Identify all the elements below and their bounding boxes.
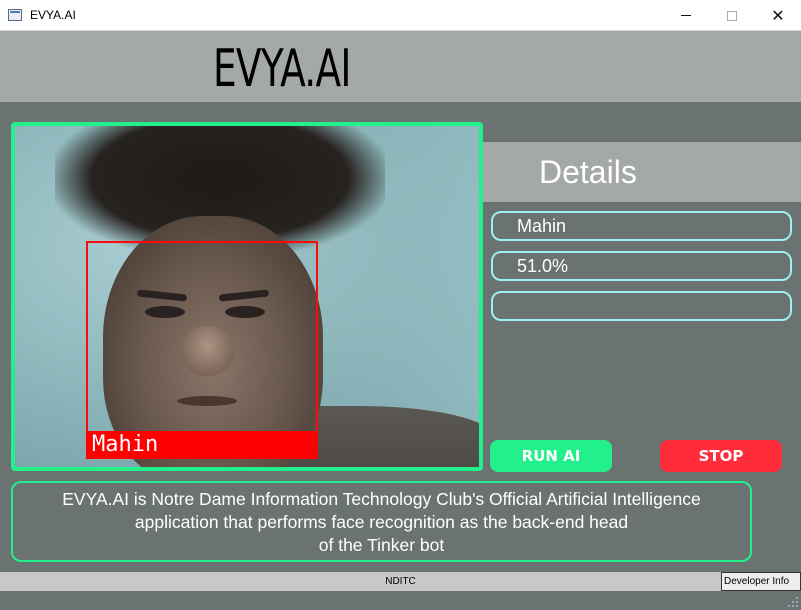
status-text: NDITC [385,576,416,587]
extra-field [491,291,792,321]
developer-info-button[interactable]: Developer Info [721,572,801,591]
face-detection-box [86,241,318,459]
title-bar: EVYA.AI ✕ [0,0,801,31]
window-title: EVYA.AI [30,8,76,22]
app-description: EVYA.AI is Notre Dame Information Techno… [11,481,752,562]
stop-button[interactable]: STOP [660,440,782,472]
maximize-icon [727,10,737,21]
resize-grip-icon[interactable] [788,597,798,607]
status-bar: NDITC [0,572,801,591]
face-detection-label: Mahin [86,431,318,459]
close-button[interactable]: ✕ [755,0,801,31]
details-title: Details [539,154,637,190]
maximize-button[interactable] [709,0,755,31]
camera-feed: Mahin [11,122,483,471]
confidence-field: 51.0% [491,251,792,281]
brand-title: EVYA.AI [213,39,351,99]
run-ai-button[interactable]: RUN AI [490,440,612,472]
app-header: EVYA.AI [0,31,801,102]
details-header: Details [483,142,801,202]
close-icon: ✕ [771,5,785,25]
minimize-button[interactable] [663,0,709,31]
minimize-icon [681,15,691,16]
name-field: Mahin [491,211,792,241]
window-app-icon [8,9,22,21]
